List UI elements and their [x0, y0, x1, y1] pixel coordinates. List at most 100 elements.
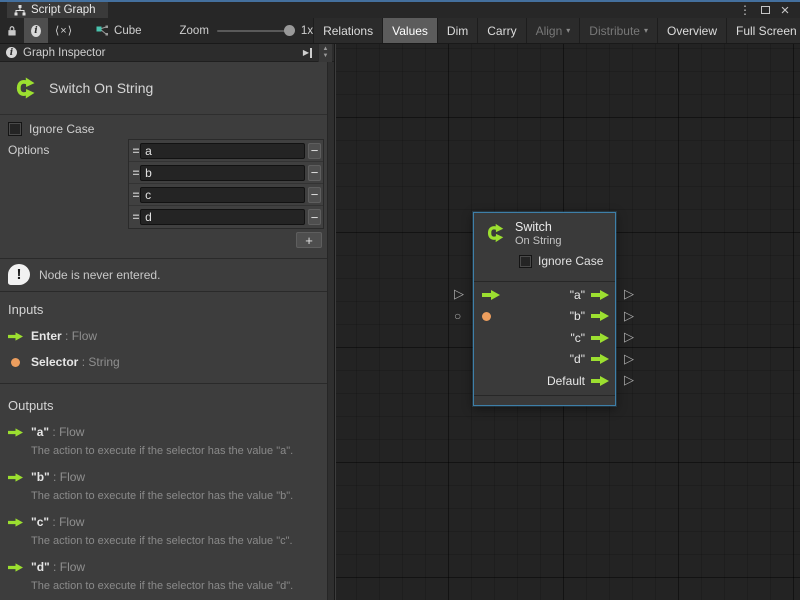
scroll-down-icon[interactable]: ▼: [323, 53, 329, 59]
drag-handle-icon[interactable]: =: [131, 144, 140, 158]
info-icon: i: [31, 25, 41, 37]
window-menu-icon[interactable]: ⋮: [738, 3, 752, 17]
output-connector-icon[interactable]: ▷: [624, 373, 634, 387]
zoom-control: Zoom 1x: [152, 18, 314, 43]
chevron-down-icon: ▾: [566, 26, 570, 35]
values-button[interactable]: Values: [383, 18, 437, 43]
warning-box: ! Node is never entered.: [0, 258, 334, 292]
window-maximize-icon[interactable]: [758, 3, 772, 17]
drag-handle-icon[interactable]: =: [131, 188, 140, 202]
dim-button[interactable]: Dim: [438, 18, 477, 43]
node-output-port-d[interactable]: "d": [570, 352, 609, 366]
chevron-down-icon: ▾: [644, 26, 648, 35]
code-view-button[interactable]: ⟨×⟩: [48, 18, 80, 43]
output-connector-icon[interactable]: ▷: [624, 309, 634, 323]
node-enter-port[interactable]: [482, 290, 500, 300]
scroll-up-icon[interactable]: ▲: [323, 46, 329, 52]
unit-title: Switch On String: [49, 80, 153, 96]
flow-port-icon: [591, 376, 609, 386]
option-input-a[interactable]: [140, 143, 305, 159]
node-output-port-c[interactable]: "c": [570, 331, 609, 345]
remove-option-button[interactable]: −: [308, 165, 321, 181]
node-port-row: "b": [474, 306, 615, 328]
dock-panel-icon[interactable]: ▶: [303, 48, 312, 58]
zoom-label: Zoom: [180, 25, 209, 37]
graph-inspector-panel: i Graph Inspector ▶ ▲ ▼ Switch On String…: [0, 44, 335, 600]
option-input-c[interactable]: [140, 187, 305, 203]
option-input-d[interactable]: [140, 209, 305, 225]
option-row: = −: [129, 206, 323, 228]
option-row: = −: [129, 184, 323, 206]
graph-reference[interactable]: Cube: [80, 18, 152, 43]
overview-button[interactable]: Overview: [658, 18, 726, 43]
warning-text: Node is never entered.: [39, 268, 160, 282]
info-icon: i: [6, 47, 17, 58]
node-port-row: "d": [474, 349, 615, 371]
drag-handle-icon[interactable]: =: [131, 166, 140, 180]
maximize-square: [761, 6, 770, 14]
output-port-description: The action to execute if the selector ha…: [0, 535, 334, 554]
warning-icon: !: [8, 264, 30, 286]
switch-icon: [10, 73, 40, 103]
switch-icon: [482, 220, 508, 246]
node-ignore-case-checkbox[interactable]: [519, 255, 532, 268]
inspector-toggle-button[interactable]: i: [24, 18, 48, 43]
ignore-case-checkbox[interactable]: [8, 122, 22, 136]
lock-button[interactable]: [0, 18, 24, 43]
scrollbar-spinner: ▲ ▼: [318, 44, 332, 62]
output-connector-icon[interactable]: ▷: [624, 287, 634, 301]
options-section: Options = − = − = − =: [0, 138, 334, 250]
remove-option-button[interactable]: −: [308, 209, 321, 225]
node-title: Switch: [515, 220, 561, 235]
output-port-d: "d" : Flow: [0, 554, 334, 580]
output-connector-icon[interactable]: ▷: [624, 352, 634, 366]
node-header: Switch On String Ignore Case: [474, 213, 615, 281]
drag-handle-icon[interactable]: =: [131, 210, 140, 224]
window-controls: ⋮ ×: [738, 2, 800, 18]
relations-button[interactable]: Relations: [314, 18, 382, 43]
outputs-section: Outputs "a" : Flow The action to execute…: [0, 384, 334, 600]
full-screen-button[interactable]: Full Screen: [727, 18, 800, 43]
lock-icon: [7, 25, 17, 37]
tab-script-graph[interactable]: Script Graph: [7, 2, 108, 18]
node-subtitle: On String: [515, 235, 561, 248]
tab-label: Script Graph: [31, 4, 96, 16]
options-list: = − = − = − = −: [128, 139, 324, 248]
align-button[interactable]: Align▾: [527, 18, 580, 43]
output-port-a: "a" : Flow: [0, 419, 334, 445]
output-port-description: The action to execute if the selector ha…: [0, 445, 334, 464]
zoom-slider-handle[interactable]: [284, 25, 295, 36]
graph-inspector-header: i Graph Inspector ▶ ▲ ▼: [0, 44, 334, 62]
warning-glyph: !: [8, 264, 30, 285]
toolbar-buttons: Relations Values Dim Carry Align▾ Distri…: [313, 18, 800, 43]
node-footer: [474, 396, 615, 405]
value-port-icon: [11, 358, 20, 367]
node-output-port-default[interactable]: Default: [547, 374, 609, 388]
remove-option-button[interactable]: −: [308, 187, 321, 203]
option-input-b[interactable]: [140, 165, 305, 181]
output-port-c: "c" : Flow: [0, 509, 334, 535]
flow-port-icon: [8, 473, 23, 482]
node-selector-port[interactable]: [482, 312, 491, 321]
enter-connector-icon[interactable]: ▷: [454, 287, 464, 301]
zoom-slider[interactable]: [217, 30, 293, 32]
selector-connector-icon[interactable]: ○: [454, 309, 461, 323]
node-output-port-a[interactable]: "a": [570, 288, 609, 302]
ignore-case-row: Ignore Case: [0, 120, 334, 138]
output-port-description: The action to execute if the selector ha…: [0, 490, 334, 509]
add-option-button[interactable]: +: [296, 232, 322, 248]
distribute-button[interactable]: Distribute▾: [580, 18, 657, 43]
code-icon: ⟨×⟩: [55, 24, 73, 37]
flow-port-icon: [8, 428, 23, 437]
graph-canvas[interactable]: Switch On String Ignore Case "a": [336, 44, 800, 600]
switch-on-string-node[interactable]: Switch On String Ignore Case "a": [473, 212, 616, 406]
node-port-row: Default: [474, 370, 615, 392]
carry-button[interactable]: Carry: [478, 18, 525, 43]
node-body: "a" "b" "c" "d: [474, 282, 615, 395]
window-close-icon[interactable]: ×: [778, 3, 792, 17]
output-connector-icon[interactable]: ▷: [624, 330, 634, 344]
unit-title-block: Switch On String: [0, 62, 334, 115]
outputs-header: Outputs: [0, 395, 334, 419]
remove-option-button[interactable]: −: [308, 143, 321, 159]
node-output-port-b[interactable]: "b": [570, 309, 609, 323]
